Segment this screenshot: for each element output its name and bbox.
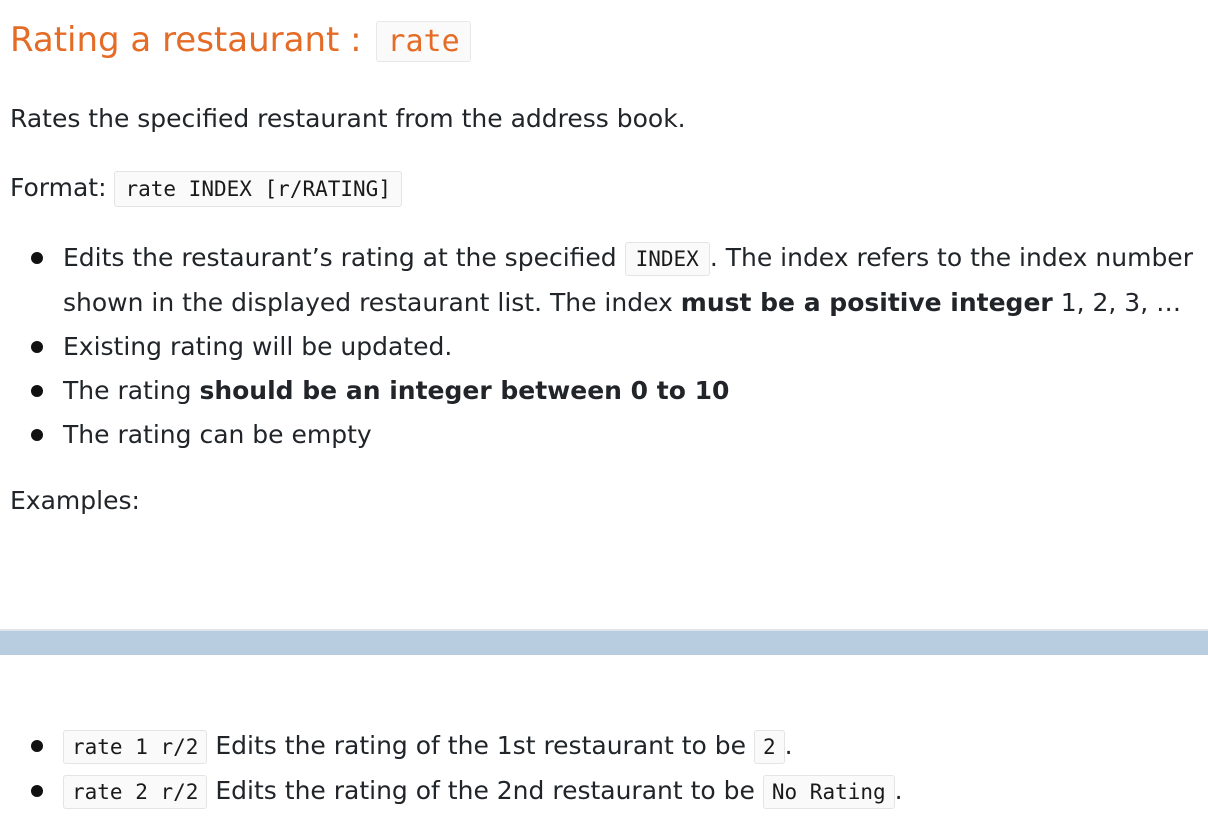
bullet-icon — [31, 429, 43, 441]
format-paragraph: Format: rate INDEX [r/RATING] — [10, 168, 402, 209]
bullet-icon — [31, 740, 43, 752]
list-item: The rating can be empty — [10, 413, 1200, 457]
example-value-code: 2 — [753, 730, 785, 764]
example-code: rate 2 r/2 — [63, 775, 208, 809]
list-item: The rating should be an integer between … — [10, 369, 1200, 413]
rule-text: The rating — [63, 376, 200, 405]
list-item: Existing rating will be updated. — [10, 325, 1200, 369]
example-text: Edits the rating of the 1st restaurant t… — [207, 731, 754, 760]
example-end: . — [784, 731, 793, 760]
heading-command-code: rate — [376, 21, 471, 62]
list-item: Edits the restaurant’s rating at the spe… — [10, 236, 1200, 325]
index-code: INDEX — [624, 242, 710, 276]
rule-bold-text: should be an integer between 0 to 10 — [199, 376, 730, 405]
bullet-icon — [31, 341, 43, 353]
rule-bold-text: must be a positive integer — [680, 288, 1053, 317]
rule-text: 1, 2, 3, … — [1052, 288, 1182, 317]
example-text: Edits the rating of the 2nd restaurant t… — [207, 776, 763, 805]
list-item: rate 2 r/2 Edits the rating of the 2nd r… — [10, 769, 1200, 814]
example-value-code: No Rating — [762, 775, 895, 809]
heading-text: Rating a restaurant : — [10, 20, 373, 60]
format-code: rate INDEX [r/RATING] — [114, 171, 402, 207]
rule-text: The rating can be empty — [63, 420, 372, 449]
bullet-icon — [31, 385, 43, 397]
rule-text: Edits the restaurant’s rating at the spe… — [63, 243, 625, 272]
rule-text: . The index refers to the index number — [709, 243, 1193, 272]
example-code: rate 1 r/2 — [63, 730, 208, 764]
list-item: rate 1 r/2 Edits the rating of the 1st r… — [10, 724, 1200, 769]
toolbar-band — [0, 629, 1208, 655]
rule-text: shown in the displayed restaurant list. … — [63, 288, 681, 317]
example-end: . — [894, 776, 903, 805]
rule-text: Existing rating will be updated. — [63, 332, 453, 361]
examples-list: rate 1 r/2 Edits the rating of the 1st r… — [10, 724, 1200, 814]
section-heading: Rating a restaurant : rate — [10, 14, 471, 68]
bullet-icon — [31, 252, 43, 264]
description-paragraph: Rates the specified restaurant from the … — [10, 104, 686, 133]
format-label: Format: — [10, 173, 115, 202]
bullet-icon — [31, 785, 43, 797]
examples-label: Examples: — [10, 486, 140, 515]
rules-list: Edits the restaurant’s rating at the spe… — [10, 236, 1200, 457]
